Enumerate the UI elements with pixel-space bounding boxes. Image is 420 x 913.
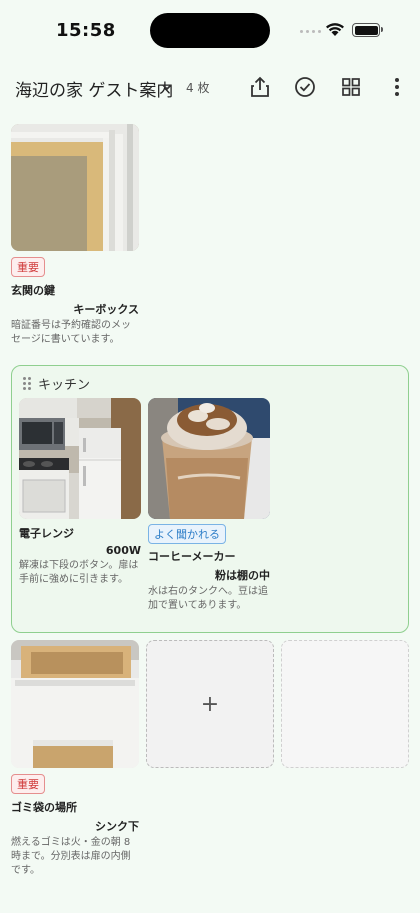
wifi-icon — [326, 23, 344, 36]
dynamic-island — [150, 13, 270, 48]
empty-card-slot[interactable] — [281, 640, 409, 768]
battery-icon — [352, 23, 383, 37]
card-subtitle: 粉は棚の中 — [215, 569, 270, 582]
card-trash-bags[interactable]: 重要 ゴミ袋の場所 シンク下 燃えるゴミは火・金の朝 8 時まで。分別表は扉の内… — [11, 640, 139, 878]
grid-view-icon[interactable] — [338, 74, 364, 100]
status-bar: 15:58 — [0, 0, 420, 62]
iced-coffee-photo — [148, 398, 270, 519]
card-title: ゴミ袋の場所 — [11, 801, 77, 814]
chevron-down-icon[interactable] — [162, 80, 172, 95]
card-note: 解凍は下段のボタン。扉は手前に強めに引きます。 — [19, 560, 139, 585]
app-header: 海辺の家 ゲスト案内 4 枚 — [0, 68, 420, 108]
card-subtitle: シンク下 — [95, 820, 139, 833]
cellular-signal-icon — [300, 30, 321, 33]
add-card-button[interactable]: + — [146, 640, 274, 768]
card-entrance-key[interactable]: 重要 玄関の鍵 キーボックス 暗証番号は予約確認のメッセージに書いています。 — [11, 124, 139, 347]
card-note: 暗証番号は予約確認のメッセージに書いています。 — [11, 320, 131, 345]
card-title: コーヒーメーカー — [148, 550, 236, 563]
important-badge: 重要 — [11, 257, 45, 277]
card-microwave[interactable]: 電子レンジ 600W 解凍は下段のボタン。扉は手前に強めに引きます。 — [19, 398, 141, 587]
card-note: 燃えるゴミは火・金の朝 8 時まで。分別表は扉の内側です。 — [11, 837, 131, 876]
card-subtitle: キーボックス — [73, 303, 139, 316]
kitchen-microwave-photo — [19, 398, 141, 519]
share-icon[interactable] — [247, 74, 273, 100]
drag-handle-icon[interactable] — [23, 377, 31, 390]
card-title: 電子レンジ — [19, 527, 74, 540]
card-count: 4 枚 — [186, 81, 210, 95]
status-time: 15:58 — [56, 20, 116, 41]
board-title[interactable]: 海辺の家 ゲスト案内 — [15, 76, 173, 101]
group-title: キッチン — [38, 378, 91, 393]
card-coffee-maker[interactable]: よく聞かれる コーヒーメーカー 粉は棚の中 水は右のタンクへ。豆は追加で置いてあ… — [148, 398, 270, 613]
cabinet-photo — [11, 640, 139, 768]
frequently-asked-badge: よく聞かれる — [148, 524, 226, 544]
check-circle-icon[interactable] — [292, 74, 318, 100]
card-subtitle: 600W — [105, 544, 141, 557]
plus-icon: + — [200, 691, 220, 717]
card-title: 玄関の鍵 — [11, 284, 55, 297]
more-vertical-icon[interactable] — [384, 74, 410, 100]
important-badge: 重要 — [11, 774, 45, 794]
door-frame-photo — [11, 124, 139, 251]
card-note: 水は右のタンクへ。豆は追加で置いてあります。 — [148, 586, 268, 611]
